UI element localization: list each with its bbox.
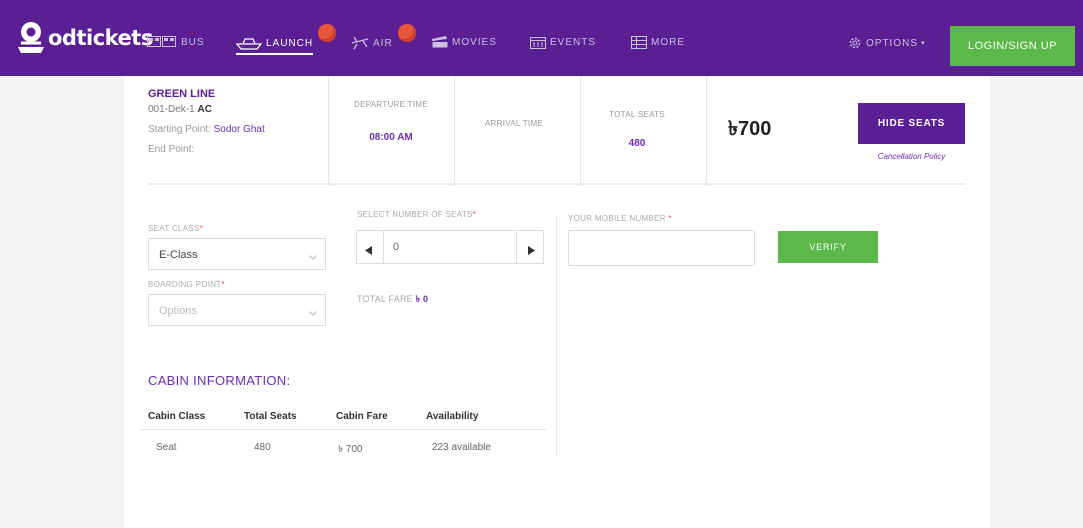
- total-fare: TOTAL FARE ৳ 0: [357, 292, 428, 307]
- grid-icon: [631, 36, 647, 49]
- ship-icon: [236, 36, 262, 50]
- cell-availability: 223 available: [432, 442, 491, 453]
- total-seats-label: TOTAL SEATS: [609, 110, 665, 119]
- table-header-row: Cabin Class Total Seats Cabin Fare Avail…: [140, 406, 546, 430]
- cell-cabin-class: Seat: [156, 442, 177, 453]
- boarding-point-label: BOARDING POINT*: [148, 280, 225, 289]
- nav-events[interactable]: EVENTS: [530, 36, 596, 49]
- nav-launch[interactable]: LAUNCH: [236, 36, 314, 55]
- section-divider: [148, 183, 966, 185]
- mobile-number-label-text: YOUR MOBILE NUMBER: [568, 214, 666, 223]
- hide-seats-button[interactable]: HIDE SEATS: [858, 103, 965, 144]
- arrival-time-label: ARRIVAL TIME: [484, 119, 544, 128]
- departure-time-value: 08:00 AM: [369, 132, 413, 143]
- starting-point: Starting Point: Sodor Ghat: [148, 124, 265, 135]
- table-row: Seat 480 ৳ 700 223 available: [140, 430, 546, 466]
- nav-air[interactable]: AIR: [351, 36, 393, 50]
- total-fare-value: ৳ 0: [415, 294, 429, 304]
- trip-details-panel: GREEN LINE 001-Dek-1 AC Starting Point: …: [124, 76, 990, 528]
- options-menu[interactable]: OPTIONS ▾: [848, 36, 926, 50]
- vessel-code-text: 001-Dek-1: [148, 104, 195, 115]
- col-header-cabin-class: Cabin Class: [148, 411, 206, 422]
- cabin-information-title: CABIN INFORMATION:: [148, 373, 291, 388]
- nav-label-air: AIR: [373, 37, 393, 49]
- cabin-info-table: Cabin Class Total Seats Cabin Fare Avail…: [140, 406, 546, 466]
- verify-button[interactable]: VERIFY: [778, 231, 878, 263]
- column-divider: [556, 216, 557, 456]
- calendar-icon: [530, 36, 546, 49]
- cell-cabin-fare: ৳ 700: [338, 444, 363, 455]
- starting-point-label: Starting Point:: [148, 124, 211, 135]
- boarding-point-label-text: BOARDING POINT: [148, 280, 222, 289]
- cell-total-seats: 480: [254, 442, 271, 453]
- stepper-divider: [383, 231, 384, 263]
- fare-price: ৳700: [728, 118, 772, 140]
- bd-logo-icon: [14, 21, 48, 55]
- film-icon: [432, 36, 448, 48]
- seat-class-select[interactable]: E-Class: [148, 238, 326, 270]
- mobile-number-input[interactable]: [568, 230, 755, 266]
- col-header-total-seats: Total Seats: [244, 411, 297, 422]
- boarding-point-placeholder: Options: [159, 305, 197, 317]
- chevron-down-icon: ▾: [921, 40, 926, 47]
- login-signup-button[interactable]: LOGIN/SIGN UP: [950, 26, 1075, 66]
- active-underline: [236, 53, 314, 55]
- logo-text: odtickets: [48, 26, 153, 50]
- seat-class-label: SEAT CLASS*: [148, 224, 204, 233]
- col-header-cabin-fare: Cabin Fare: [336, 411, 388, 422]
- chevron-down-icon: [309, 251, 317, 263]
- nav-more[interactable]: MORE: [631, 36, 685, 49]
- nav-label-launch: LAUNCH: [266, 37, 314, 49]
- nav-label-more: MORE: [651, 37, 685, 48]
- seat-quantity-stepper[interactable]: 0: [356, 230, 544, 264]
- plane-icon: [351, 36, 369, 50]
- offer-badge-launch: [318, 24, 336, 42]
- departure-time-label: DEPARTURE TIME: [354, 100, 428, 109]
- num-seats-label: SELECT NUMBER OF SEATS*: [357, 210, 477, 219]
- nav-label-events: EVENTS: [550, 37, 597, 48]
- num-seats-label-text: SELECT NUMBER OF SEATS: [357, 210, 473, 219]
- total-seats-value: 480: [628, 138, 646, 149]
- vessel-class: AC: [197, 104, 212, 115]
- brand-logo[interactable]: odtickets: [14, 20, 153, 56]
- mobile-number-label: YOUR MOBILE NUMBER *: [568, 214, 672, 223]
- total-fare-label: TOTAL FARE: [357, 294, 413, 304]
- stepper-divider: [516, 231, 517, 263]
- nav-bus[interactable]: BUS: [147, 36, 205, 48]
- decrement-arrow-icon[interactable]: [365, 242, 372, 260]
- seat-class-label-text: SEAT CLASS: [148, 224, 200, 233]
- boarding-point-select[interactable]: Options: [148, 294, 326, 326]
- seat-class-value: E-Class: [159, 249, 198, 261]
- end-point-label: End Point:: [148, 144, 195, 155]
- divider: [454, 76, 455, 186]
- increment-arrow-icon[interactable]: [528, 242, 535, 260]
- seat-count-value[interactable]: 0: [393, 241, 399, 253]
- nav-movies[interactable]: MOVIES: [432, 36, 497, 48]
- nav-label-movies: MOVIES: [452, 36, 497, 48]
- options-label: OPTIONS: [866, 37, 919, 49]
- gear-icon: [848, 36, 862, 50]
- operator-name: GREEN LINE: [148, 88, 216, 100]
- offer-badge-air: [398, 24, 416, 42]
- cancellation-policy-link[interactable]: Cancellation Policy: [858, 152, 965, 161]
- bus-icon: [147, 36, 177, 48]
- divider: [580, 76, 581, 186]
- divider: [328, 76, 329, 186]
- col-header-availability: Availability: [426, 411, 479, 422]
- nav-label-bus: BUS: [181, 36, 205, 48]
- vessel-code: 001-Dek-1 AC: [148, 104, 212, 115]
- starting-point-value: Sodor Ghat: [213, 124, 265, 135]
- top-navbar: odtickets BUS LAUNCH AIR MOVIES EVENTS M…: [0, 0, 1083, 76]
- chevron-down-icon: [309, 307, 317, 319]
- divider: [706, 76, 707, 186]
